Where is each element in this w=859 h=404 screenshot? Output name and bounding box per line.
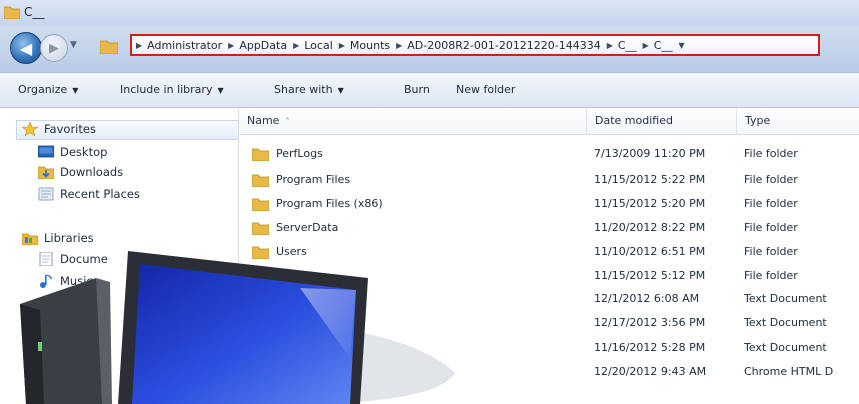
file-name-cell: Program Files — [252, 170, 350, 190]
type-cell: File folder — [744, 221, 798, 234]
folder-icon — [252, 148, 269, 161]
new-folder-button[interactable]: New folder — [456, 83, 515, 96]
computer-illustration — [20, 251, 455, 404]
breadcrumb-item[interactable]: ▶ C__ — [607, 39, 637, 52]
desktop-icon — [38, 145, 54, 158]
type-cell: File folder — [744, 269, 798, 282]
type-cell: File folder — [744, 173, 798, 186]
date-modified-cell: 12/1/2012 6:08 AM — [594, 292, 700, 305]
window-title: C__ — [24, 5, 45, 19]
file-name-cell: Program Files (x86) — [252, 194, 383, 214]
date-modified-cell: 11/15/2012 5:20 PM — [594, 197, 706, 210]
command-toolbar: Organize ▼ Include in library ▼ Share with… — [0, 73, 859, 108]
date-modified-cell: 11/10/2012 6:51 PM — [594, 245, 706, 258]
chevron-down-icon[interactable]: ▼ — [678, 41, 684, 50]
folder-icon — [4, 6, 20, 19]
organize-menu[interactable]: Organize ▼ — [18, 83, 78, 96]
type-cell: Text Document — [744, 292, 827, 305]
address-bar[interactable]: ▶ Administrator ▶ AppData ▶ Local ▶ Mounts ▶… — [130, 34, 820, 56]
file-name: PerfLogs — [276, 147, 323, 160]
breadcrumb-item[interactable]: ▶ AppData — [228, 39, 287, 52]
type-cell: File folder — [744, 197, 798, 210]
forward-button[interactable]: ▶ — [40, 34, 68, 62]
date-modified-cell: 11/20/2012 8:22 PM — [594, 221, 706, 234]
file-name: Program Files (x86) — [276, 197, 383, 210]
date-modified-cell: 11/15/2012 5:22 PM — [594, 173, 706, 186]
breadcrumb-arrow-icon[interactable]: ▶ — [607, 41, 613, 50]
date-modified-cell: 11/16/2012 5:28 PM — [594, 341, 706, 354]
type-cell: Text Document — [744, 316, 827, 329]
breadcrumb-arrow-icon[interactable]: ▶ — [293, 41, 299, 50]
type-cell: Text Document — [744, 341, 827, 354]
chevron-down-icon: ▼ — [72, 86, 79, 95]
include-in-library-menu[interactable]: Include in library ▼ — [120, 83, 224, 96]
downloads-icon — [38, 166, 54, 179]
breadcrumb-item[interactable]: ▶ Administrator — [136, 39, 222, 52]
nav-item-desktop[interactable]: Desktop — [38, 145, 107, 159]
file-row[interactable]: Program Files 11/15/2012 5:22 PM File fold… — [239, 170, 859, 190]
folder-icon — [252, 222, 269, 235]
nav-item-recent-places[interactable]: Recent Places — [38, 187, 140, 201]
breadcrumb-arrow-icon[interactable]: ▶ — [396, 41, 402, 50]
nav-item-favorites[interactable]: Favorites — [22, 122, 96, 136]
breadcrumb-item[interactable]: ▶ C__ ▼ — [643, 39, 690, 52]
file-row[interactable]: PerfLogs 7/13/2009 11:20 PM File folder — [239, 144, 859, 164]
recent-pages-dropdown[interactable]: ▼ — [70, 40, 77, 50]
nav-item-downloads[interactable]: Downloads — [38, 165, 123, 179]
file-name: Program Files — [276, 173, 351, 186]
file-name-cell: PerfLogs — [252, 144, 323, 164]
date-modified-cell: 11/15/2012 5:12 PM — [594, 269, 706, 282]
tower-led — [38, 342, 42, 351]
date-modified-cell: 7/13/2009 11:20 PM — [594, 147, 706, 160]
back-button[interactable]: ◀ — [10, 32, 42, 64]
breadcrumb-arrow-icon[interactable]: ▶ — [228, 41, 234, 50]
arrow-left-icon: ◀ — [19, 38, 33, 58]
breadcrumb-arrow-icon[interactable]: ▶ — [339, 41, 345, 50]
type-cell: Chrome HTML D — [744, 365, 834, 378]
type-cell: File folder — [744, 147, 798, 160]
file-row[interactable]: Program Files (x86) 11/15/2012 5:20 PM Fil… — [239, 194, 859, 214]
navigation-bar: ◀ ▶ ▼ ▶ Administrator ▶ AppData ▶ Local ▶ Mo… — [0, 26, 859, 73]
breadcrumb-arrow-icon[interactable]: ▶ — [136, 41, 142, 50]
type-cell: File folder — [744, 245, 798, 258]
breadcrumb-item[interactable]: ▶ Local — [293, 39, 333, 52]
file-name: ServerData — [276, 221, 339, 234]
folder-icon — [252, 174, 269, 187]
column-header-name[interactable]: Name ˄ — [239, 108, 587, 134]
file-row[interactable]: ServerData 11/20/2012 8:22 PM File folder — [239, 218, 859, 238]
recent-places-icon — [38, 187, 54, 201]
column-header-date-modified[interactable]: Date modified — [587, 108, 737, 134]
folder-icon — [100, 40, 118, 54]
date-modified-cell: 12/17/2012 3:56 PM — [594, 316, 706, 329]
chevron-down-icon: ▼ — [337, 86, 344, 95]
chevron-down-icon: ▼ — [217, 86, 224, 95]
share-with-menu[interactable]: Share with ▼ — [274, 83, 344, 96]
folder-icon — [252, 198, 269, 211]
title-bar: C__ — [0, 0, 859, 26]
date-modified-cell: 12/20/2012 9:43 AM — [594, 365, 707, 378]
breadcrumb-arrow-icon[interactable]: ▶ — [643, 41, 649, 50]
breadcrumb-item[interactable]: ▶ Mounts — [339, 39, 390, 52]
file-list-header: Name ˄ Date modified Type — [239, 108, 859, 135]
column-header-type[interactable]: Type — [737, 108, 859, 134]
sort-ascending-icon: ˄ — [285, 117, 290, 126]
arrow-right-icon: ▶ — [49, 40, 59, 56]
file-name-cell: ServerData — [252, 218, 338, 238]
burn-button[interactable]: Burn — [404, 83, 430, 96]
breadcrumb-item[interactable]: ▶ AD-2008R2-001-20121220-144334 — [396, 39, 601, 52]
star-icon — [22, 122, 38, 136]
